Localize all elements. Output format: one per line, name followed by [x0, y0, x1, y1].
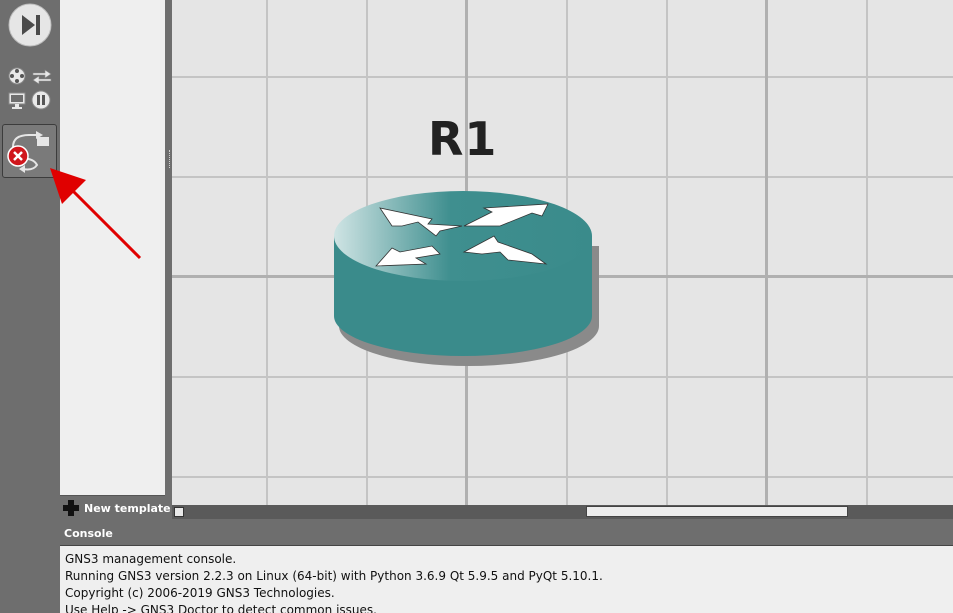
plus-icon: [63, 500, 79, 516]
console-line: Use Help -> GNS3 Doctor to detect common…: [65, 603, 377, 613]
scroll-left-button[interactable]: [174, 507, 184, 517]
node-label[interactable]: R1: [428, 112, 497, 166]
console-line: Copyright (c) 2006-2019 GNS3 Technologie…: [65, 586, 335, 600]
console-line: Running GNS3 version 2.2.3 on Linux (64-…: [65, 569, 603, 583]
play-next-icon: [8, 3, 52, 47]
new-template-label: New template: [84, 501, 171, 515]
canvas-horizontal-scrollbar[interactable]: [172, 505, 953, 519]
device-category-grid: [7, 66, 53, 110]
add-link-button[interactable]: [2, 124, 57, 178]
new-template-button[interactable]: New template: [62, 498, 171, 518]
panel-splitter[interactable]: [165, 0, 172, 505]
browse-end-devices-icon[interactable]: [7, 90, 27, 110]
add-link-cancel-icon: [7, 131, 49, 173]
console-title: Console: [64, 527, 113, 540]
browse-all-devices-icon[interactable]: [7, 66, 27, 86]
pause-all-icon[interactable]: [31, 90, 51, 110]
console-output[interactable]: GNS3 management console. Running GNS3 ve…: [60, 545, 953, 613]
scroll-thumb[interactable]: [586, 506, 848, 517]
templates-list[interactable]: [60, 0, 166, 496]
router-icon: [334, 191, 599, 366]
console-line: GNS3 management console.: [65, 552, 237, 566]
browse-switches-icon[interactable]: [31, 66, 52, 86]
topology-canvas[interactable]: R1: [172, 0, 953, 505]
device-toolbar: [0, 0, 60, 613]
router-node[interactable]: [332, 186, 602, 368]
play-next-button[interactable]: [8, 3, 52, 47]
